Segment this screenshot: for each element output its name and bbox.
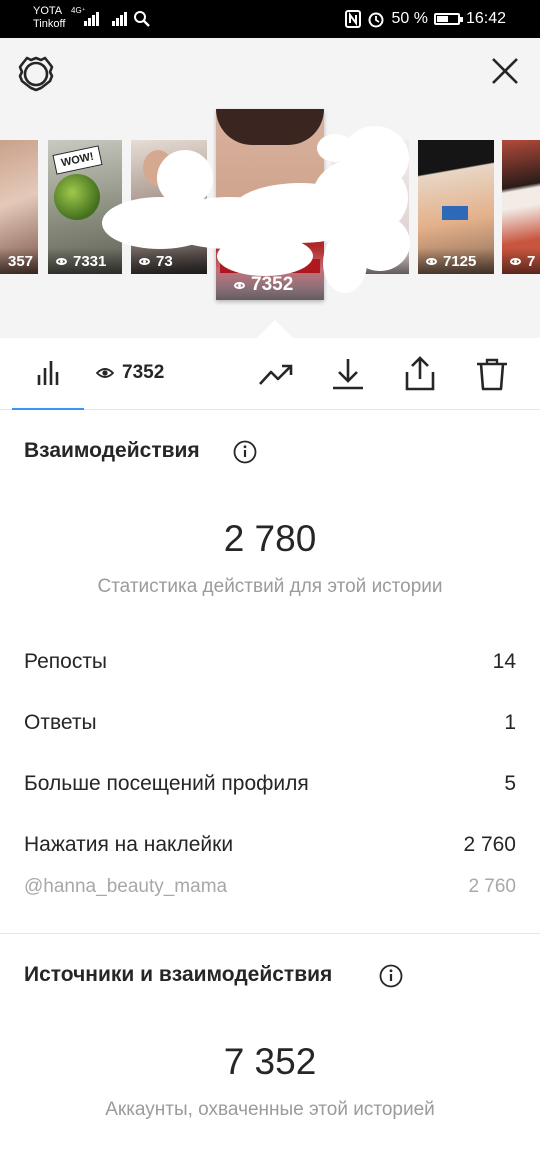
share-icon[interactable] (402, 356, 438, 392)
story-views: 7352 (216, 270, 324, 300)
interactions-title: Взаимодействия (24, 439, 200, 462)
status-right: 50 % 16:42 (345, 9, 506, 29)
download-icon[interactable] (330, 356, 366, 392)
info-icon[interactable] (379, 964, 403, 988)
stat-label: Репосты (24, 650, 108, 673)
status-bar: YOTA Tinkoff 4G⁺ 50 % 16:42 (0, 0, 540, 38)
stat-row-mention-sticker: @hanna_beauty_mama 2 760 (24, 876, 516, 898)
story-thumbnail[interactable] (331, 140, 409, 274)
stat-row-shares: Репосты 14 (24, 650, 516, 674)
story-thumbnail[interactable]: 73 (131, 140, 207, 274)
stat-label: Больше посещений профиля (24, 772, 309, 795)
stat-label: Нажатия на наклейки (24, 833, 234, 856)
stat-row-replies: Ответы 1 (24, 711, 516, 735)
story-views: 73 (131, 248, 207, 274)
eye-icon (234, 281, 245, 289)
story-views: 7125 (418, 248, 494, 274)
views-count: 7352 (122, 362, 165, 383)
close-icon[interactable] (490, 56, 520, 86)
eye-icon (510, 257, 521, 265)
story-views (331, 248, 409, 274)
battery-percent: 50 % (391, 10, 428, 27)
story-views: 7331 (48, 248, 122, 274)
story-image (442, 206, 468, 220)
stat-label: Ответы (24, 711, 97, 734)
story-thumbnail[interactable]: 357 (0, 140, 38, 274)
stat-value: 5 (504, 772, 516, 795)
wow-sticker: WOW! (52, 145, 103, 175)
mention-label: @hanna_beauty_mama (24, 876, 228, 897)
interactions-total: 2 780 (223, 518, 317, 559)
active-tab-indicator (12, 408, 84, 410)
story-thumbnail[interactable]: 7125 (418, 140, 494, 274)
discovery-caption: Аккаунты, охваченные этой историей (105, 1099, 435, 1120)
clock: 16:42 (465, 10, 506, 27)
alarm-icon (368, 12, 384, 28)
search-icon (134, 11, 150, 27)
eye-icon (56, 257, 67, 265)
carrier-names: YOTA Tinkoff (33, 5, 65, 31)
eye-icon (426, 257, 437, 265)
toolbar: 7352 (0, 338, 540, 410)
story-views: 7 (502, 248, 540, 274)
story-image (54, 174, 100, 220)
mention-value: 2 760 (468, 876, 516, 897)
carrier-2: Tinkoff (33, 18, 66, 30)
story-thumbnail-selected[interactable]: 7352 (216, 109, 324, 300)
selection-pointer (257, 320, 293, 338)
tab-insights[interactable] (12, 338, 84, 410)
battery-icon (433, 13, 463, 25)
story-header: 357 WOW! 7331 73 7125 7 7352 (0, 38, 540, 338)
story-views: 357 (0, 248, 38, 274)
interactions-caption: Статистика действий для этой истории (97, 576, 443, 597)
stat-value: 1 (504, 711, 516, 734)
stat-value: 14 (492, 650, 516, 673)
eye-icon (96, 368, 114, 378)
story-thumbnail[interactable]: 7 (502, 140, 540, 274)
nfc-icon (345, 10, 362, 28)
story-image (216, 109, 324, 145)
info-icon[interactable] (233, 440, 257, 464)
section-divider (0, 933, 540, 934)
eye-icon (139, 257, 150, 265)
stat-row-sticker-taps: Нажатия на наклейки 2 760 (24, 833, 516, 857)
discovery-total: 7 352 (223, 1041, 317, 1082)
signal-icon-2 (112, 10, 127, 26)
delete-trash-icon[interactable] (474, 356, 510, 392)
discovery-title: Источники и взаимодействия (24, 963, 333, 986)
trending-up-icon[interactable] (258, 356, 294, 392)
carrier-1: YOTA (33, 5, 63, 17)
story-thumbnail[interactable]: WOW! 7331 (48, 140, 122, 274)
bar-chart-icon (37, 361, 59, 385)
story-image (143, 150, 173, 186)
signal-icon (84, 10, 99, 26)
stat-row-profile-visits: Больше посещений профиля 5 (24, 772, 516, 796)
tab-viewers[interactable]: 7352 (96, 362, 164, 384)
stat-value: 2 760 (463, 833, 516, 856)
settings-gear-icon[interactable] (16, 54, 56, 94)
